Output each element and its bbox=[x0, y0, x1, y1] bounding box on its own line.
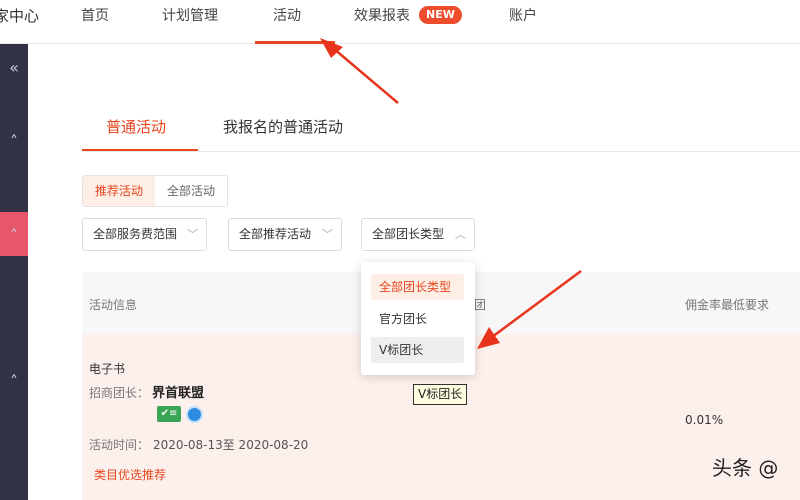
dropdown-option-all-leaders[interactable]: 全部团长类型 bbox=[371, 274, 464, 300]
double-chevron-left-icon[interactable]: « bbox=[0, 58, 28, 78]
chevron-up-icon[interactable]: ˄ bbox=[0, 132, 28, 152]
annotation-arrow-nav bbox=[320, 38, 399, 104]
activity-time-range: 2020-08-13至 2020-08-20 bbox=[153, 438, 309, 452]
leader-label: 招商团长： bbox=[89, 386, 150, 400]
leader-type-select[interactable]: 全部团长类型 ︿ bbox=[361, 218, 475, 251]
service-fee-select-value: 全部服务费范围 bbox=[93, 227, 178, 241]
nav-active-indicator bbox=[255, 41, 335, 44]
v-leader-tag: V标团长 bbox=[413, 384, 468, 405]
chevron-up-icon[interactable]: ˄ bbox=[0, 372, 28, 392]
dropdown-option-v-leader[interactable]: V标团长 bbox=[371, 337, 464, 363]
chevron-down-icon: ﹀ bbox=[322, 228, 333, 241]
nav-account[interactable]: 账户 bbox=[509, 5, 537, 25]
brand-title: 家中心 bbox=[0, 7, 40, 25]
segment-all[interactable]: 全部活动 bbox=[155, 176, 228, 206]
verified-user-icon: ✔≡ bbox=[157, 406, 181, 422]
recommend-select[interactable]: 全部推荐活动 ﹀ bbox=[228, 218, 342, 251]
column-activity-info: 活动信息 bbox=[89, 298, 138, 312]
sidebar: « ˄ ˄ ˄ bbox=[0, 44, 28, 500]
leader-name: 界首联盟 bbox=[152, 386, 205, 401]
product-name: 电子书 bbox=[89, 362, 126, 376]
nav-report[interactable]: 效果报表 bbox=[354, 5, 410, 25]
leader-type-select-value: 全部团长类型 bbox=[372, 227, 445, 241]
nav-plan-management[interactable]: 计划管理 bbox=[162, 5, 218, 25]
watermark: 头条 @ bbox=[712, 456, 779, 480]
category-recommend-tag: 类目优选推荐 bbox=[94, 468, 167, 482]
chevron-up-icon[interactable]: ˄ bbox=[0, 226, 28, 246]
dropdown-option-official-leader[interactable]: 官方团长 bbox=[371, 306, 464, 332]
column-partial-header: 团 bbox=[474, 298, 487, 312]
nav-home[interactable]: 首页 bbox=[81, 5, 109, 25]
commission-value: 0.01% bbox=[685, 413, 724, 427]
segment-recommended[interactable]: 推荐活动 bbox=[83, 176, 156, 206]
column-commission-min: 佣金率最低要求 bbox=[685, 298, 770, 312]
blue-v-icon bbox=[186, 406, 203, 423]
top-navigation-bar: 家中心 首页 计划管理 活动 效果报表 NEW 账户 bbox=[0, 0, 800, 44]
chevron-down-icon: ﹀ bbox=[187, 228, 198, 241]
tab-my-registered-activity[interactable]: 我报名的普通活动 bbox=[223, 116, 343, 137]
tab-divider bbox=[82, 151, 800, 152]
service-fee-select[interactable]: 全部服务费范围 ﹀ bbox=[82, 218, 207, 251]
nav-activity[interactable]: 活动 bbox=[273, 5, 301, 25]
tab-normal-activity[interactable]: 普通活动 bbox=[106, 116, 166, 137]
new-badge: NEW bbox=[419, 6, 462, 24]
activity-segment-control: 推荐活动 全部活动 bbox=[82, 175, 229, 207]
recommend-select-value: 全部推荐活动 bbox=[239, 227, 312, 241]
chevron-up-icon: ︿ bbox=[455, 228, 466, 241]
leader-type-dropdown: 全部团长类型 官方团长 V标团长 bbox=[361, 262, 475, 375]
activity-time-label: 活动时间： bbox=[89, 438, 150, 452]
